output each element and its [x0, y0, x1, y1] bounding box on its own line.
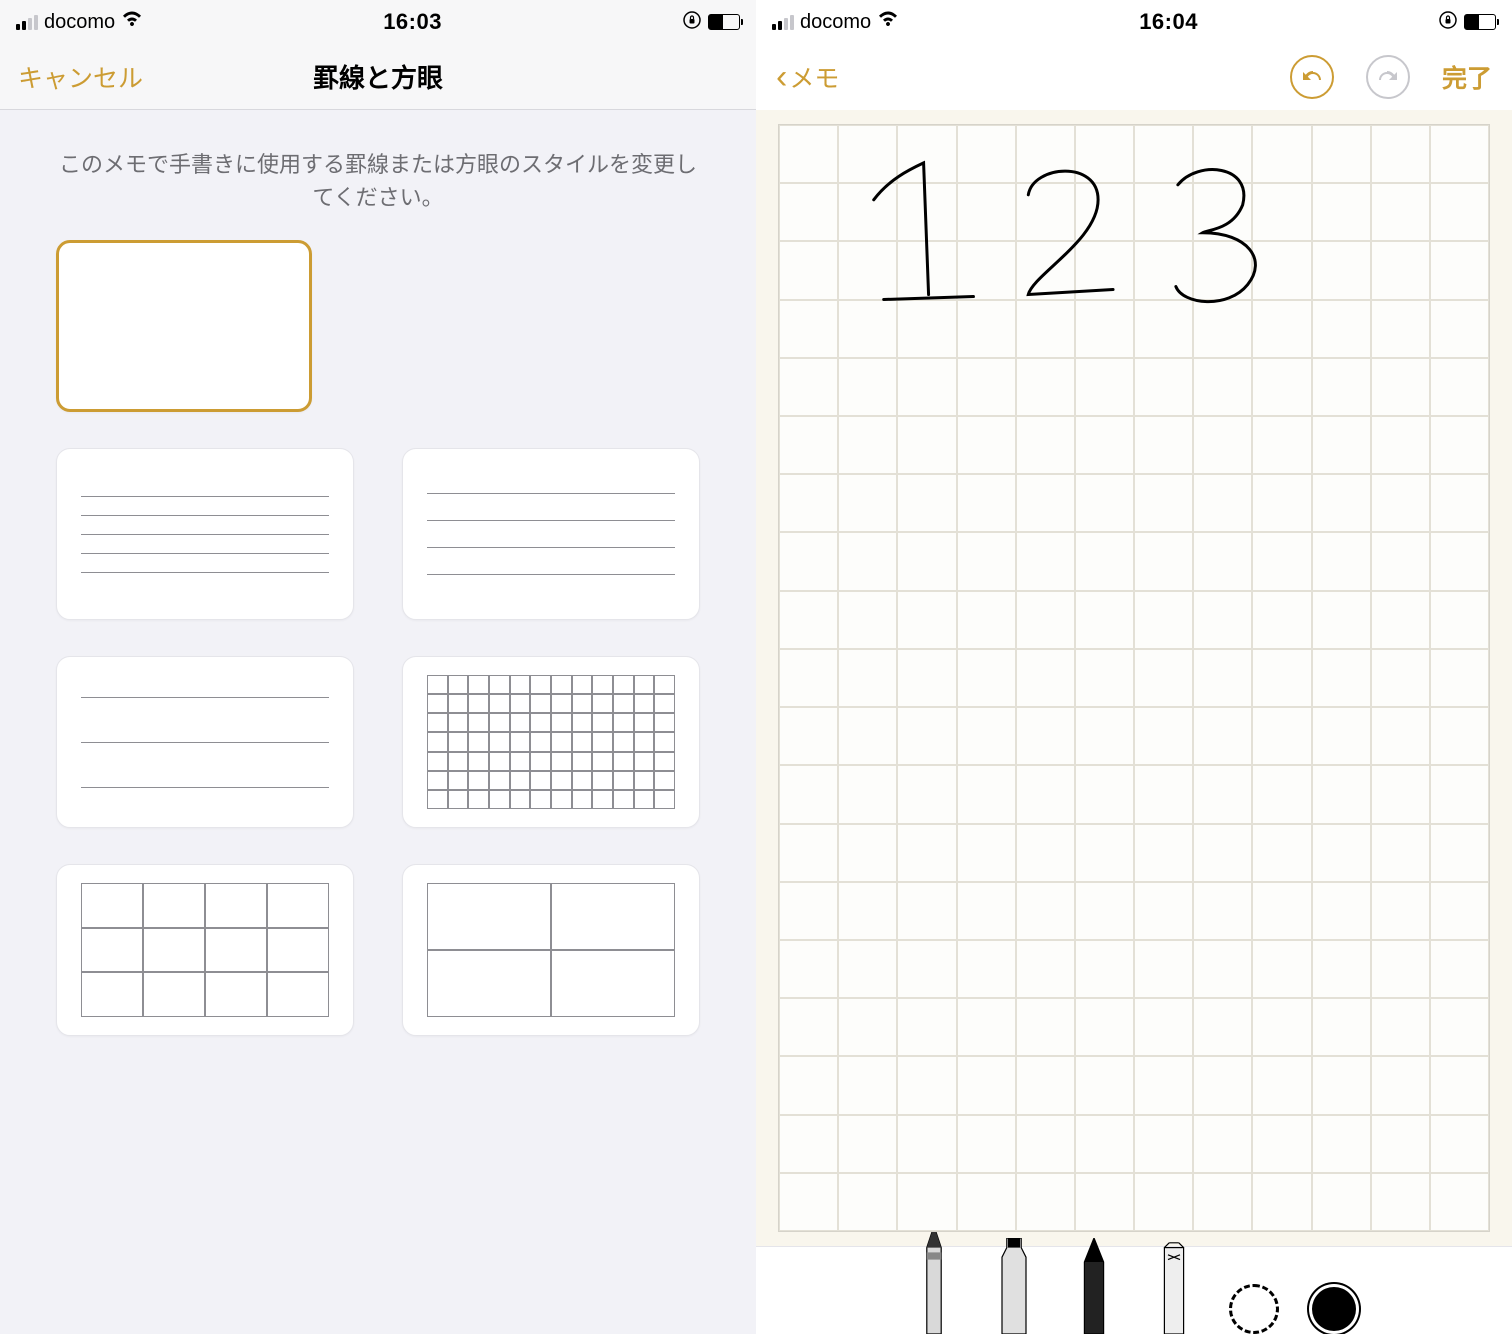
tool-pen[interactable] — [908, 1256, 960, 1334]
back-label: メモ — [789, 59, 839, 95]
clock: 16:03 — [383, 9, 442, 35]
tool-eraser[interactable] — [1148, 1256, 1200, 1334]
handwritten-strokes — [779, 125, 1489, 1192]
done-button[interactable]: 完了 — [1442, 59, 1492, 95]
undo-button[interactable] — [1290, 55, 1334, 99]
pencil-icon — [1070, 1238, 1118, 1334]
nav-bar: ‹ メモ 完了 — [756, 44, 1512, 110]
style-options-grid — [0, 240, 756, 1036]
wifi-icon — [877, 10, 899, 34]
battery-icon — [1464, 14, 1496, 30]
description-text: このメモで手書きに使用する罫線または方眼のスタイルを変更してください。 — [0, 110, 756, 240]
tool-pencil[interactable] — [1068, 1256, 1120, 1334]
style-option-grid-small[interactable] — [402, 656, 700, 828]
pen-icon — [910, 1226, 958, 1334]
undo-icon — [1300, 65, 1324, 89]
lines-grids-screen: docomo 16:03 キャンセル 罫線と方眼 このメモで手書きに使用する罫線… — [0, 0, 756, 1334]
style-option-lines-dense[interactable] — [56, 448, 354, 620]
style-option-lines-mid[interactable] — [402, 448, 700, 620]
redo-button[interactable] — [1366, 55, 1410, 99]
style-option-grid-mid[interactable] — [56, 864, 354, 1036]
carrier-label: docomo — [800, 11, 871, 34]
redo-icon — [1376, 65, 1400, 89]
orientation-lock-icon — [1438, 10, 1458, 35]
eraser-icon — [1150, 1238, 1198, 1334]
status-bar: docomo 16:03 — [0, 0, 756, 44]
carrier-label: docomo — [44, 11, 115, 34]
tool-lasso[interactable] — [1228, 1256, 1280, 1334]
drawing-toolbar — [756, 1246, 1512, 1334]
canvas-container — [756, 110, 1512, 1246]
chevron-left-icon: ‹ — [776, 67, 787, 87]
cancel-button[interactable]: キャンセル — [18, 59, 143, 95]
back-button[interactable]: ‹ メモ — [776, 59, 839, 95]
tool-color[interactable] — [1308, 1256, 1360, 1334]
battery-icon — [708, 14, 740, 30]
signal-bars-icon — [16, 15, 38, 30]
marker-icon — [990, 1238, 1038, 1334]
clock: 16:04 — [1139, 9, 1198, 35]
style-option-grid-large[interactable] — [402, 864, 700, 1036]
color-swatch-icon — [1309, 1284, 1359, 1334]
signal-bars-icon — [772, 15, 794, 30]
drawing-screen: docomo 16:04 ‹ メモ 完了 — [756, 0, 1512, 1334]
nav-bar: キャンセル 罫線と方眼 — [0, 44, 756, 110]
lasso-icon — [1229, 1284, 1279, 1334]
style-option-lines-wide[interactable] — [56, 656, 354, 828]
orientation-lock-icon — [682, 10, 702, 35]
spacer — [402, 240, 700, 412]
style-option-blank[interactable] — [56, 240, 312, 412]
status-bar: docomo 16:04 — [756, 0, 1512, 44]
wifi-icon — [121, 10, 143, 34]
tool-marker[interactable] — [988, 1256, 1040, 1334]
drawing-canvas[interactable] — [778, 124, 1490, 1232]
